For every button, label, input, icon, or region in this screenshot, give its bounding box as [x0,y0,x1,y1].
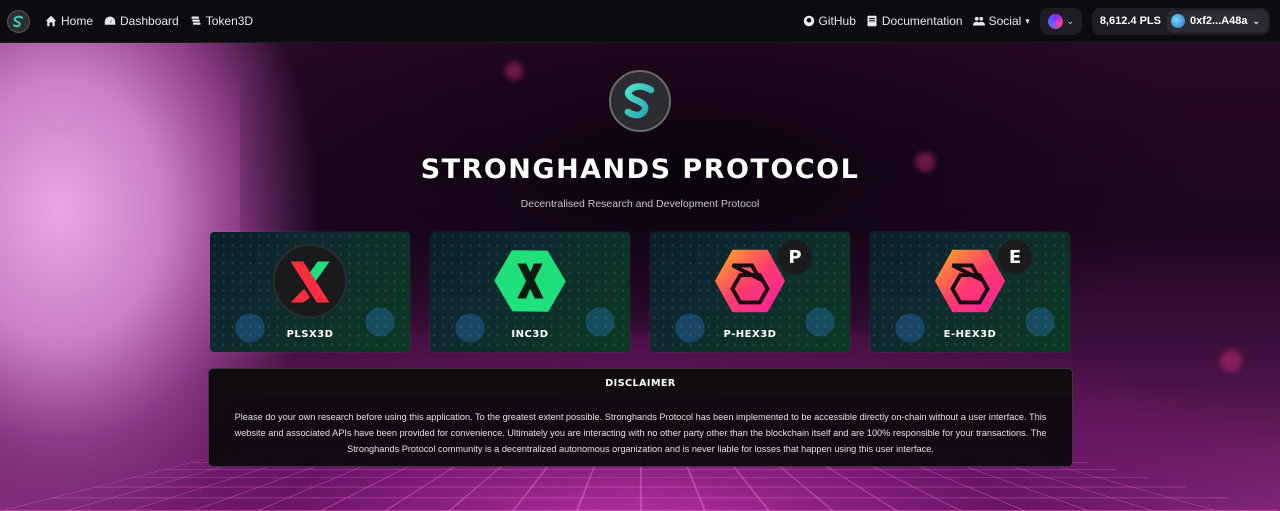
nav-home-label: Home [61,14,94,28]
nav-dashboard-label: Dashboard [120,14,179,28]
inc-icon [494,250,566,312]
token-card-inc3d[interactable]: INC3D [430,232,630,352]
nav-dashboard[interactable]: Dashboard [104,14,179,28]
users-icon [972,16,985,26]
page-title: STRONGHANDS PROTOCOL [420,154,860,185]
nav-github-label: GitHub [818,14,856,28]
hero: STRONGHANDS PROTOCOL Decentralised Resea… [0,70,1280,210]
nav-home[interactable]: Home [45,14,93,28]
token-card-label: PLSX3D [286,329,334,340]
token-stack-icon [191,16,201,25]
disclaimer-panel: DISCLAIMER Please do your own research b… [208,368,1073,467]
caret-down-icon: ▾ [1025,15,1030,26]
github-icon [803,15,814,27]
chevron-down-icon: ⌄ [1252,15,1260,26]
nav-token3d[interactable]: Token3D [190,14,253,28]
token-badge: P [778,240,812,274]
disclaimer-text: Please do your own research before using… [234,412,1047,454]
address-text: 0xf2...A48a [1189,15,1248,27]
stronghands-s-icon [13,15,24,27]
nav-social-dropdown[interactable]: Social ▾ [972,14,1030,28]
book-icon [867,15,877,27]
stronghands-logo-large [609,70,671,132]
page-subtitle: Decentralised Research and Development P… [520,198,760,210]
stronghands-s-icon [624,83,655,119]
navbar: Home Dashboard Token3D GitHub Documentat… [0,0,1280,43]
token-card-plsx3d[interactable]: PLSX3D [210,232,410,352]
nav-documentation[interactable]: Documentation [866,14,963,28]
token-card-p-hex3d[interactable]: P P-HEX3D [650,232,850,352]
disclaimer-title: DISCLAIMER [209,369,1072,397]
address-box[interactable]: 0xf2...A48a ⌄ [1166,9,1268,33]
stronghands-logo[interactable] [7,9,30,33]
dashboard-icon [104,16,116,25]
token-card-e-hex3d[interactable]: E E-HEX3D [870,232,1070,352]
balance-text: 8,612.4 PLS [1099,15,1161,27]
nav-token3d-label: Token3D [205,14,254,28]
network-selector[interactable]: ⌄ [1039,7,1082,35]
chevron-down-icon: ⌄ [1066,15,1075,26]
home-icon [45,15,57,27]
nav-social-label: Social [988,14,1022,28]
token-card-label: E-HEX3D [943,329,997,340]
token-cards: PLSX3D INC3D P P-HEX3D E E-HEX3D [210,232,1070,352]
background-glow [1220,350,1242,372]
token-card-label: P-HEX3D [723,329,777,340]
token-card-label: INC3D [511,329,549,340]
nav-github[interactable]: GitHub [803,14,856,28]
nav-documentation-label: Documentation [881,14,963,28]
account-button[interactable]: 8,612.4 PLS 0xf2...A48a ⌄ [1091,7,1270,35]
pulsechain-icon [1047,13,1063,29]
plsx-icon [272,243,348,319]
token-badge: E [998,240,1032,274]
wallet-avatar-icon [1170,14,1185,28]
